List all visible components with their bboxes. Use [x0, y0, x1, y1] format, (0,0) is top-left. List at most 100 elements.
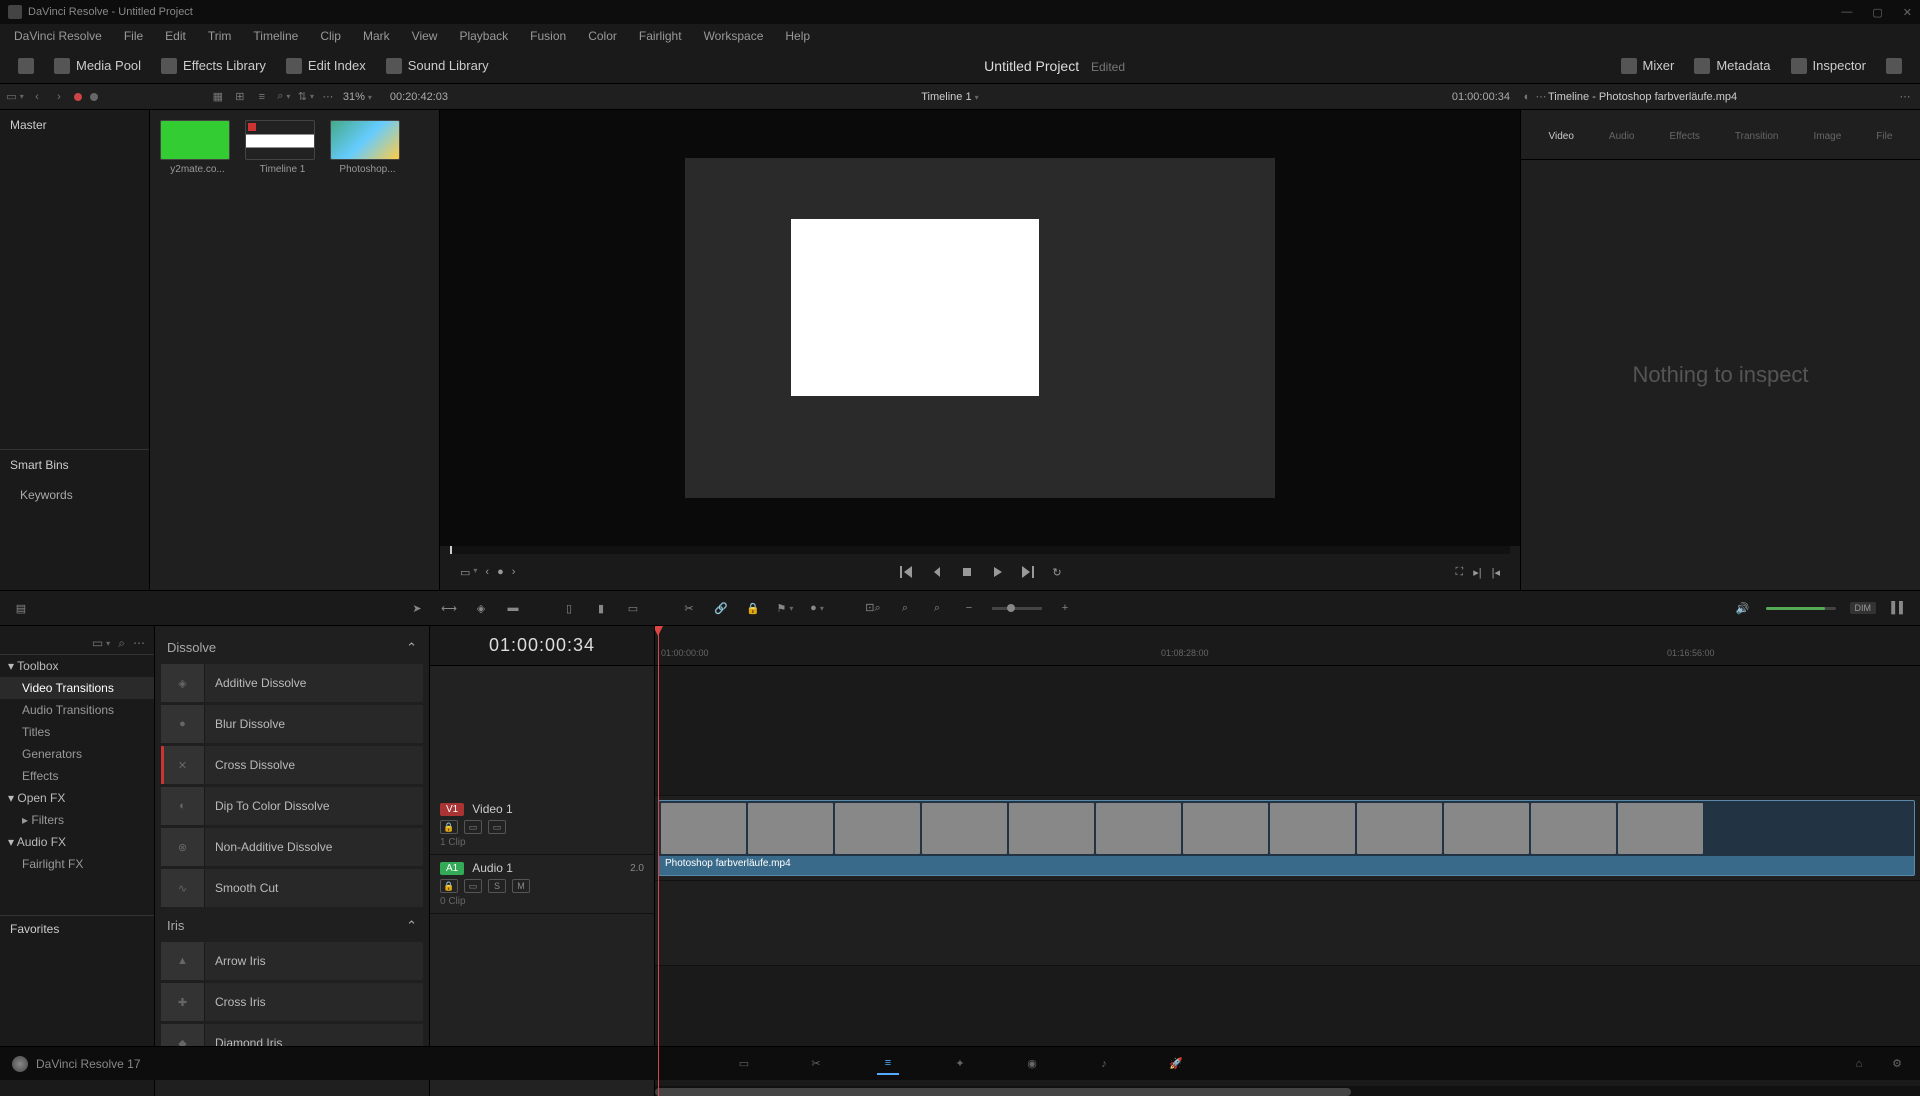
inspector-tab-image[interactable]: Image	[1813, 128, 1841, 142]
inspector-tab-effects[interactable]: Effects	[1670, 128, 1700, 142]
transform-dropdown[interactable]: ▭	[460, 566, 477, 579]
options-button[interactable]: ⋯	[321, 90, 335, 104]
fx-cross-dissolve[interactable]: ✕Cross Dissolve	[161, 746, 423, 784]
home-button[interactable]: ⌂	[1848, 1053, 1870, 1075]
fx-search[interactable]: ⌕	[115, 636, 129, 650]
menu-clip[interactable]: Clip	[310, 26, 351, 46]
solo-toggle[interactable]: S	[488, 879, 506, 893]
fairlight-page-button[interactable]: ♪	[1093, 1053, 1115, 1075]
menu-davinci[interactable]: DaVinci Resolve	[4, 26, 112, 46]
inspector-tab-video[interactable]: Video	[1549, 128, 1574, 142]
list-view-button[interactable]: ≡	[255, 90, 269, 104]
pool-clip[interactable]: y2mate.co...	[160, 120, 235, 175]
media-pool-button[interactable]: Media Pool	[44, 54, 151, 78]
pool-clip[interactable]: Photoshop...	[330, 120, 405, 175]
viewer-display[interactable]	[440, 110, 1520, 546]
inspector-tab-transition[interactable]: Transition	[1735, 128, 1779, 142]
viewer-scrubber[interactable]	[450, 546, 1510, 554]
inspector-tab-audio[interactable]: Audio	[1609, 128, 1635, 142]
fairlightfx-node[interactable]: Fairlight FX	[0, 853, 154, 875]
menu-help[interactable]: Help	[775, 26, 820, 46]
video-track-1[interactable]: Photoshop farbverläufe.mp4	[655, 796, 1920, 881]
blade-tool[interactable]: ▬	[504, 599, 522, 617]
menu-view[interactable]: View	[402, 26, 448, 46]
match-frame-prev[interactable]: ‹	[485, 566, 489, 578]
blade-edit-button[interactable]: ✂	[680, 599, 698, 617]
first-frame-button[interactable]	[898, 564, 914, 580]
cut-page-button[interactable]: ✂	[805, 1053, 827, 1075]
mute-toggle[interactable]: M	[512, 879, 530, 893]
timeline-scrollbar[interactable]	[655, 1086, 1920, 1096]
menu-timeline[interactable]: Timeline	[243, 26, 308, 46]
inspector-tab-file[interactable]: File	[1876, 128, 1892, 142]
audio-track-1[interactable]	[655, 881, 1920, 966]
thumb-view-button[interactable]: ▦	[211, 90, 225, 104]
replace-clip-button[interactable]: ▭	[624, 599, 642, 617]
openfx-node[interactable]: ▾ Open FX	[0, 787, 154, 809]
keywords-bin[interactable]: Keywords	[0, 480, 149, 510]
zoom-to-fit-button[interactable]: ⊡⌕	[864, 599, 882, 617]
fx-options[interactable]: ⋯	[132, 636, 146, 650]
filters-node[interactable]: ▸ Filters	[0, 809, 154, 831]
favorites-header[interactable]: Favorites	[0, 915, 154, 942]
zoom-slider[interactable]	[992, 607, 1042, 610]
marker-dropdown[interactable]: ●	[808, 599, 826, 617]
zoom-out-button[interactable]: −	[960, 599, 978, 617]
search-button[interactable]: ⌕	[277, 90, 291, 104]
match-frame[interactable]: ●	[497, 566, 504, 578]
viewer-options[interactable]: ⋯	[1534, 90, 1548, 104]
fx-view-dropdown[interactable]: ▭	[94, 636, 108, 650]
maximize-button[interactable]: ▢	[1872, 6, 1882, 19]
iris-group[interactable]: Iris⌃	[161, 910, 423, 942]
nav-back[interactable]: ‹	[30, 90, 44, 104]
lock-button[interactable]: 🔒	[744, 599, 762, 617]
effects-node[interactable]: Effects	[0, 765, 154, 787]
timeline-view-options[interactable]: ▤	[12, 599, 30, 617]
minimize-button[interactable]: —	[1841, 6, 1852, 19]
link-button[interactable]: 🔗	[712, 599, 730, 617]
volume-slider[interactable]	[1766, 607, 1836, 610]
titles-node[interactable]: Titles	[0, 721, 154, 743]
fx-cross-iris[interactable]: ✚Cross Iris	[161, 983, 423, 1021]
layout-preset-button[interactable]	[8, 54, 44, 78]
dissolve-group[interactable]: Dissolve⌃	[161, 632, 423, 664]
fullscreen-button[interactable]: ⛶	[1456, 566, 1464, 579]
sort-button[interactable]: ⇅	[299, 90, 313, 104]
media-page-button[interactable]: ▭	[733, 1053, 755, 1075]
menu-workspace[interactable]: Workspace	[694, 26, 774, 46]
fusion-page-button[interactable]: ✦	[949, 1053, 971, 1075]
bypass-icon[interactable]: ◐	[1520, 90, 1534, 104]
inspector-expand[interactable]: ⋯	[1898, 90, 1912, 104]
close-button[interactable]: ✕	[1903, 6, 1912, 19]
edit-page-button[interactable]: ≡	[877, 1053, 899, 1075]
selection-tool[interactable]: ➤	[408, 599, 426, 617]
insert-clip-button[interactable]: ▯	[560, 599, 578, 617]
nav-fwd[interactable]: ›	[52, 90, 66, 104]
timeline-tracks[interactable]: 01:00:00:00 01:08:28:00 01:16:56:00	[655, 626, 1920, 1096]
pool-clip[interactable]: Timeline 1	[245, 120, 320, 175]
last-frame-button[interactable]	[1020, 564, 1036, 580]
auto-select-toggle[interactable]: ▭	[464, 820, 482, 834]
volume-icon[interactable]: 🔊	[1734, 599, 1752, 617]
grid-view-button[interactable]: ⊞	[233, 90, 247, 104]
playhead[interactable]	[658, 626, 659, 1096]
dynamic-trim-tool[interactable]: ◈	[472, 599, 490, 617]
menu-mark[interactable]: Mark	[353, 26, 400, 46]
edit-index-button[interactable]: Edit Index	[276, 54, 376, 78]
zoom-in-button[interactable]: +	[1056, 599, 1074, 617]
expand-button[interactable]	[1876, 54, 1912, 78]
loop-button[interactable]: ↻	[1052, 566, 1061, 579]
timeline-selector[interactable]: Timeline 1	[448, 91, 1452, 103]
next-clip-button[interactable]: ▸|	[1473, 566, 1481, 579]
menu-fusion[interactable]: Fusion	[520, 26, 576, 46]
menu-fairlight[interactable]: Fairlight	[629, 26, 692, 46]
mixer-button[interactable]: Mixer	[1611, 54, 1685, 78]
generators-node[interactable]: Generators	[0, 743, 154, 765]
effects-library-button[interactable]: Effects Library	[151, 54, 276, 78]
visibility-toggle[interactable]: ▭	[488, 820, 506, 834]
master-bin[interactable]: Master	[0, 110, 149, 140]
bin-view-dropdown[interactable]: ▭	[8, 90, 22, 104]
lock-toggle[interactable]: 🔒	[440, 879, 458, 893]
smart-bins-header[interactable]: Smart Bins	[0, 449, 149, 480]
fx-non-additive[interactable]: ⊗Non-Additive Dissolve	[161, 828, 423, 866]
